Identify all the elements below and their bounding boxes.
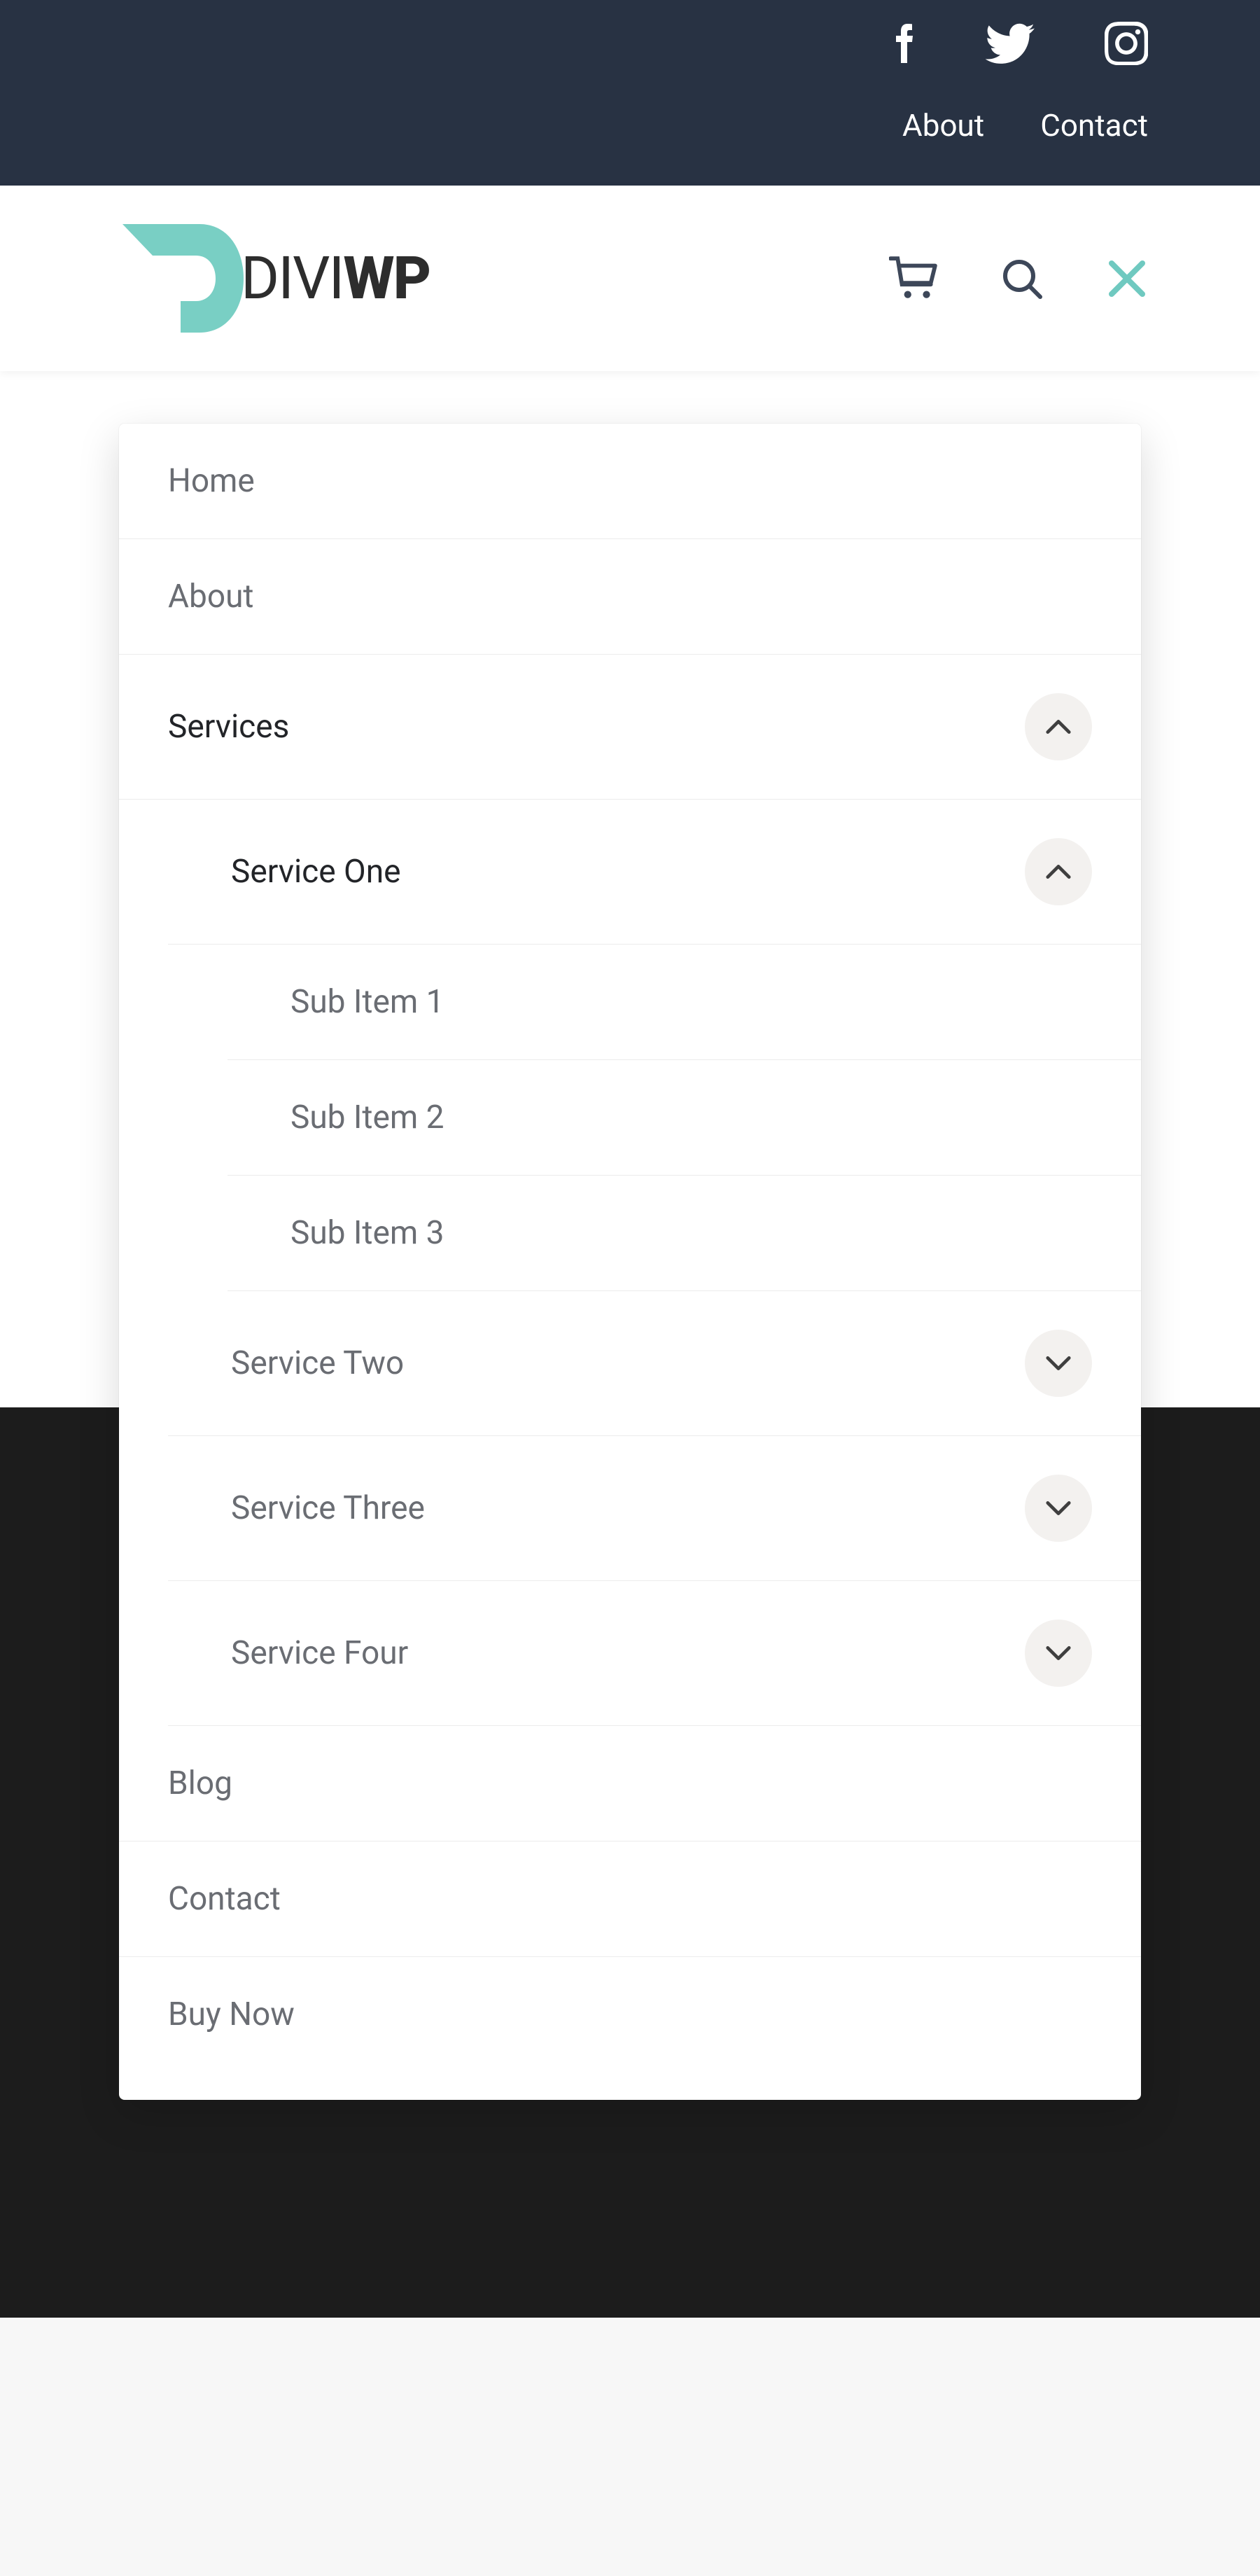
menu-item-sub-1[interactable]: Sub Item 1 xyxy=(227,945,1141,1060)
menu-label: Service Four xyxy=(231,1634,408,1672)
menu-label: Service Three xyxy=(231,1489,425,1527)
menu-label: About xyxy=(168,578,253,615)
cart-icon[interactable] xyxy=(889,256,938,301)
logo-text: DIVIWP xyxy=(241,244,430,313)
menu-item-blog[interactable]: Blog xyxy=(119,1726,1141,1842)
top-nav: About Contact xyxy=(902,107,1148,144)
mobile-menu-panel: Home About Services Service One Sub Item… xyxy=(119,424,1141,2100)
menu-item-service-one[interactable]: Service One xyxy=(168,800,1141,945)
close-icon[interactable] xyxy=(1106,258,1148,300)
menu-item-service-two[interactable]: Service Two xyxy=(168,1291,1141,1436)
header: DIVIWP xyxy=(0,186,1260,371)
menu-label: Buy Now xyxy=(168,1996,295,2033)
header-actions xyxy=(889,256,1148,301)
menu-item-about[interactable]: About xyxy=(119,539,1141,655)
chevron-down-icon[interactable] xyxy=(1025,1475,1092,1542)
menu-item-buy-now[interactable]: Buy Now xyxy=(119,1957,1141,2072)
menu-label: Sub Item 3 xyxy=(290,1214,444,1252)
menu-label: Sub Item 2 xyxy=(290,1099,444,1136)
logo[interactable]: DIVIWP xyxy=(119,224,430,333)
twitter-icon[interactable] xyxy=(986,23,1035,67)
logo-mark-icon xyxy=(119,224,245,333)
social-icons xyxy=(892,21,1148,69)
menu-label: Contact xyxy=(168,1880,281,1918)
top-bar: About Contact xyxy=(0,0,1260,186)
topnav-contact[interactable]: Contact xyxy=(1040,107,1148,144)
menu-item-sub-2[interactable]: Sub Item 2 xyxy=(227,1060,1141,1176)
instagram-icon[interactable] xyxy=(1105,22,1148,68)
chevron-up-icon[interactable] xyxy=(1025,838,1092,905)
chevron-down-icon[interactable] xyxy=(1025,1620,1092,1687)
menu-item-service-three[interactable]: Service Three xyxy=(168,1436,1141,1581)
menu-item-sub-3[interactable]: Sub Item 3 xyxy=(227,1176,1141,1291)
menu-label: Service One xyxy=(231,853,401,891)
menu-item-service-four[interactable]: Service Four xyxy=(168,1581,1141,1726)
menu-label: Sub Item 1 xyxy=(290,983,444,1021)
menu-item-services[interactable]: Services xyxy=(119,655,1141,800)
chevron-up-icon[interactable] xyxy=(1025,693,1092,760)
menu-label: Services xyxy=(168,708,289,746)
menu-label: Blog xyxy=(168,1764,232,1802)
menu-label: Service Two xyxy=(231,1344,404,1382)
chevron-down-icon[interactable] xyxy=(1025,1330,1092,1397)
facebook-icon[interactable] xyxy=(892,21,916,69)
topnav-about[interactable]: About xyxy=(902,107,984,144)
search-icon[interactable] xyxy=(1001,258,1043,300)
menu-item-contact[interactable]: Contact xyxy=(119,1842,1141,1957)
menu-item-home[interactable]: Home xyxy=(119,424,1141,539)
menu-label: Home xyxy=(168,462,255,500)
